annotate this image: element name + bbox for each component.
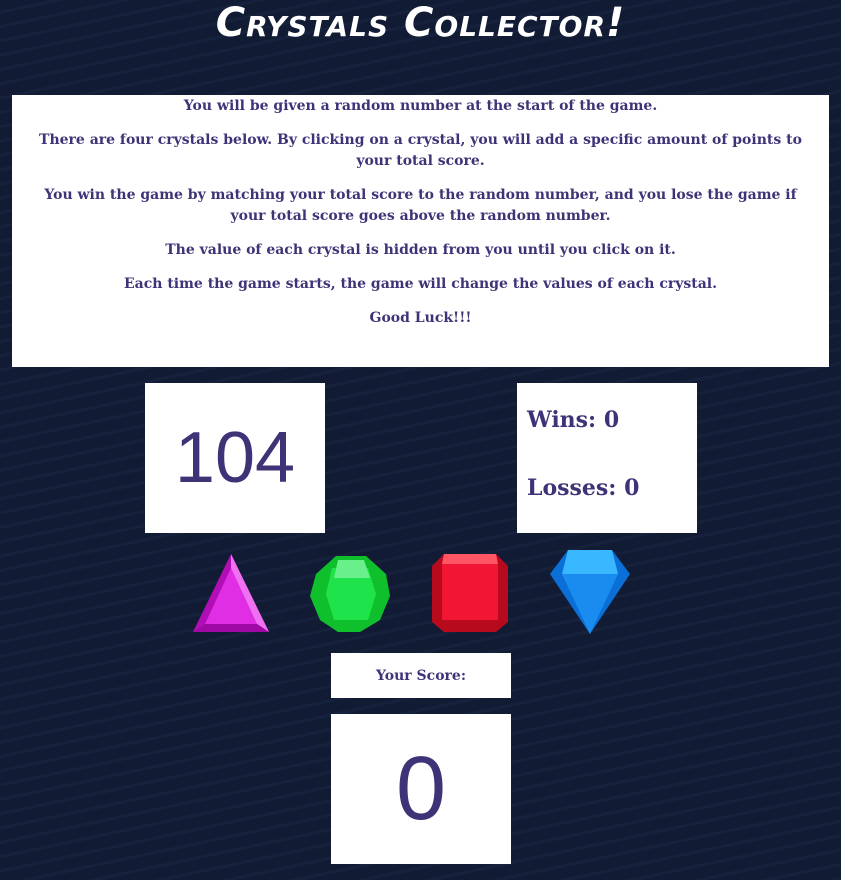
score-label: Your Score: xyxy=(331,653,511,698)
green-crystal-icon[interactable] xyxy=(308,550,392,636)
instruction-text: You will be given a random number at the… xyxy=(183,98,658,114)
red-crystal-icon[interactable] xyxy=(428,550,512,636)
scoreboard: Wins: 0 Losses: 0 xyxy=(517,383,697,533)
instructions-panel: You will be given a random number at the… xyxy=(12,95,829,367)
instruction-text: You win the game by matching your total … xyxy=(44,187,797,224)
instruction-text: There are four crystals below. By clicki… xyxy=(39,132,802,169)
instruction-text: Good Luck!!! xyxy=(369,310,472,326)
pink-triangle-crystal-icon[interactable] xyxy=(189,550,273,636)
total-score: 0 xyxy=(331,714,511,864)
instruction-text: Each time the game starts, the game will… xyxy=(124,276,717,292)
blue-diamond-crystal-icon[interactable] xyxy=(548,550,632,636)
wins-count: Wins: 0 xyxy=(527,407,620,433)
target-number: 104 xyxy=(145,383,325,533)
game-title: Crystals Collector! xyxy=(215,0,626,46)
losses-count: Losses: 0 xyxy=(527,475,640,501)
instruction-text: The value of each crystal is hidden from… xyxy=(165,242,676,258)
